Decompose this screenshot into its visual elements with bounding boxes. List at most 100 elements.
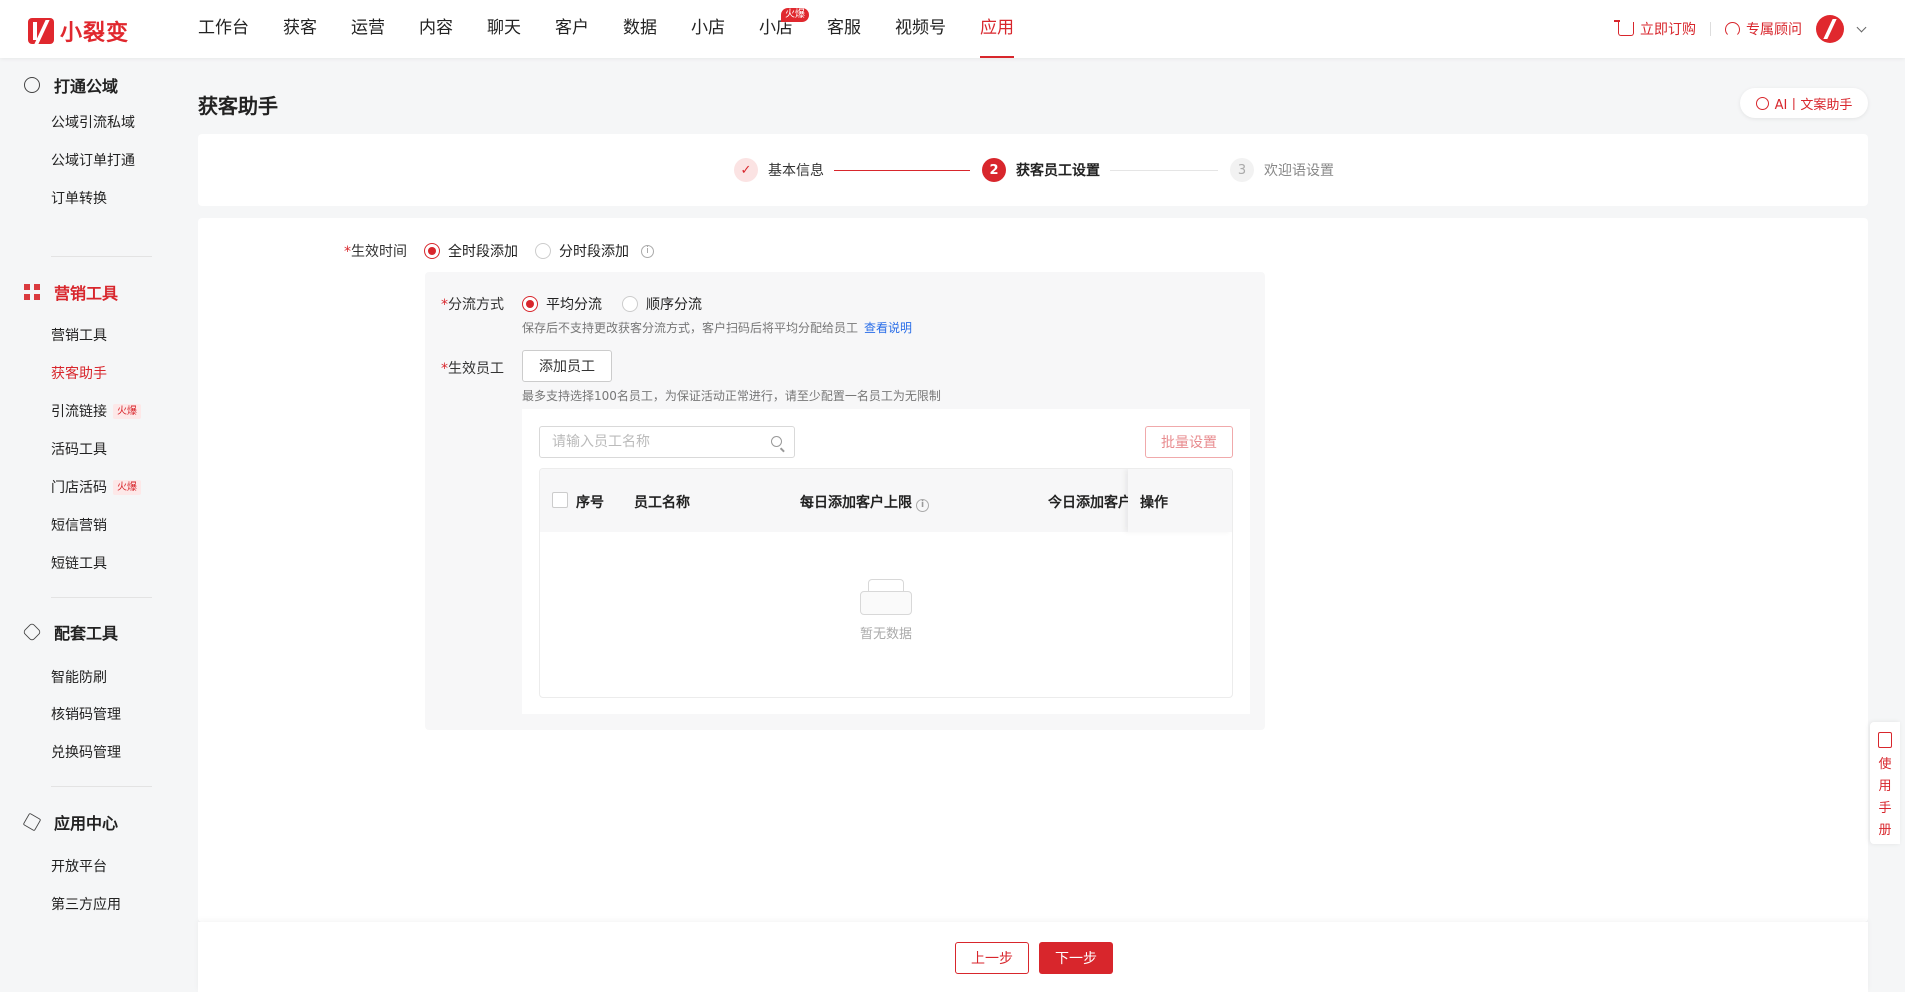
step-check-icon: ✓ <box>734 158 758 182</box>
info-icon[interactable]: i <box>916 499 929 512</box>
effective-time-label-text: 生效时间 <box>351 244 407 260</box>
nav-item-workbench[interactable]: 工作台 <box>198 0 249 58</box>
divider <box>1710 22 1711 36</box>
radio-label: 全时段添加 <box>448 244 518 260</box>
top-right-actions: 立即订购 专属顾问 <box>1614 0 1867 58</box>
order-now-label: 立即订购 <box>1640 22 1696 38</box>
staff-hint: 最多支持选择100名员工，为保证活动正常进行，请至少配置一名员工为无限制 <box>522 389 941 403</box>
sidebar-item-third-party-apps[interactable]: 第三方应用 <box>51 894 121 914</box>
empty-inbox-icon <box>860 579 912 615</box>
radio-label: 顺序分流 <box>646 297 702 313</box>
nav-item-chat[interactable]: 聊天 <box>487 0 521 58</box>
column-daily-limit-label: 每日添加客户上限 <box>800 495 912 511</box>
batch-settings-button[interactable]: 批量设置 <box>1145 426 1233 458</box>
staff-search-input[interactable] <box>552 427 762 457</box>
nav-item-shop-hot[interactable]: 小店 火爆 <box>759 0 809 58</box>
sidebar-item-public-to-private[interactable]: 公域引流私域 <box>51 112 135 132</box>
sidebar-group-supporting-tools: 配套工具 <box>22 620 118 644</box>
sidebar-item-redeem-code[interactable]: 兑换码管理 <box>51 742 121 762</box>
sidebar-item-anti-fraud[interactable]: 智能防刷 <box>51 667 107 687</box>
radio-time-slots[interactable]: 分时段添加 i <box>535 241 654 261</box>
nav-item-service[interactable]: 客服 <box>827 0 861 58</box>
nav-item-customer[interactable]: 客户 <box>555 0 589 58</box>
distribution-label: *分流方式 <box>441 294 504 314</box>
consultant-label: 专属顾问 <box>1746 22 1802 38</box>
sidebar-item-acquisition-helper[interactable]: 获客助手 <box>51 363 107 383</box>
sidebar-item-store-code[interactable]: 门店活码 火爆 <box>51 477 141 497</box>
sidebar-item-traffic-link[interactable]: 引流链接 火爆 <box>51 401 141 421</box>
view-explanation-link[interactable]: 查看说明 <box>864 321 912 335</box>
select-all-checkbox[interactable] <box>552 492 568 508</box>
next-step-button[interactable]: 下一步 <box>1039 942 1113 974</box>
step-connector <box>834 170 970 171</box>
radio-all-day[interactable]: 全时段添加 <box>424 241 518 261</box>
search-icon[interactable] <box>771 436 782 447</box>
radio-average-distribution[interactable]: 平均分流 <box>522 294 602 314</box>
empty-state: 暂无数据 <box>540 579 1232 642</box>
hot-tag: 火爆 <box>113 479 141 495</box>
book-icon <box>1878 732 1892 748</box>
step-welcome-settings: 3 欢迎语设置 <box>1230 158 1334 182</box>
effective-time-label: *生效时间 <box>344 241 407 261</box>
sidebar-group-public-domain: 打通公域 <box>24 73 118 97</box>
consultant-link[interactable]: 专属顾问 <box>1725 19 1802 39</box>
info-icon[interactable]: i <box>641 244 654 258</box>
hot-tag: 火爆 <box>113 403 141 419</box>
sidebar-item-short-link[interactable]: 短链工具 <box>51 553 107 573</box>
sidebar-item-live-code[interactable]: 活码工具 <box>51 439 107 459</box>
radio-label: 平均分流 <box>546 297 602 313</box>
nav-item-content[interactable]: 内容 <box>419 0 453 58</box>
nav-item-channels[interactable]: 视频号 <box>895 0 946 58</box>
sidebar-divider <box>51 786 152 787</box>
required-mark: * <box>441 361 448 377</box>
ai-copywriter-button[interactable]: AI丨文案助手 <box>1740 88 1868 118</box>
sidebar-item-order-convert[interactable]: 订单转换 <box>51 188 107 208</box>
radio-sequential-distribution[interactable]: 顺序分流 <box>622 294 702 314</box>
order-now-link[interactable]: 立即订购 <box>1614 19 1696 39</box>
sidebar-divider <box>51 256 152 257</box>
ai-icon <box>1755 96 1769 110</box>
user-manual-tab[interactable]: 使用手册 <box>1870 722 1900 844</box>
step-label: 欢迎语设置 <box>1264 163 1334 179</box>
column-actions: 操作 <box>1140 495 1168 511</box>
settings-icon <box>22 622 42 642</box>
sidebar-item-label: 引流链接 <box>51 404 107 420</box>
sidebar-item-sms-marketing[interactable]: 短信营销 <box>51 515 107 535</box>
step-basic-info: ✓ 基本信息 <box>734 158 824 182</box>
user-manual-label: 使用手册 <box>1878 757 1892 838</box>
column-daily-limit: 每日添加客户上限 i <box>800 492 929 512</box>
top-nav-bar: 小裂变 工作台 获客 运营 内容 聊天 客户 数据 小店 小店 火爆 客服 视频… <box>0 0 1905 58</box>
radio-dot <box>535 243 551 259</box>
sidebar-item-marketing-tools[interactable]: 营销工具 <box>51 325 107 345</box>
staff-table: 序号 员工名称 每日添加客户上限 i 今日添加客户 操作 暂无数据 <box>539 468 1233 698</box>
headset-icon <box>1725 21 1740 37</box>
column-staff-name: 员工名称 <box>634 495 690 511</box>
sidebar-item-open-platform[interactable]: 开放平台 <box>51 856 107 876</box>
radio-dot <box>622 296 638 312</box>
radio-dot <box>424 243 440 259</box>
chevron-down-icon[interactable] <box>1856 22 1867 32</box>
nav-item-operation[interactable]: 运营 <box>351 0 385 58</box>
staff-search <box>539 426 795 458</box>
add-staff-button[interactable]: 添加员工 <box>522 350 612 382</box>
sidebar-item-public-order[interactable]: 公域订单打通 <box>51 150 135 170</box>
brand-logo[interactable]: 小裂变 <box>28 15 129 47</box>
sidebar-group-marketing: 营销工具 <box>24 280 118 304</box>
prev-step-button[interactable]: 上一步 <box>955 942 1029 974</box>
step-number: 2 <box>982 158 1006 182</box>
hot-badge: 火爆 <box>781 8 809 22</box>
sidebar-item-verify-code[interactable]: 核销码管理 <box>51 704 121 724</box>
step-label: 获客员工设置 <box>1016 163 1100 179</box>
avatar[interactable] <box>1816 15 1844 43</box>
cube-icon <box>22 812 42 832</box>
step-number: 3 <box>1230 158 1254 182</box>
nav-item-shop[interactable]: 小店 <box>691 0 725 58</box>
nav-item-apps[interactable]: 应用 <box>980 0 1014 58</box>
sidebar-item-label: 门店活码 <box>51 480 107 496</box>
main-nav: 工作台 获客 运营 内容 聊天 客户 数据 小店 小店 火爆 客服 视频号 应用 <box>198 0 1048 58</box>
step-label: 基本信息 <box>768 163 824 179</box>
sidebar-group-title: 应用中心 <box>54 814 119 833</box>
nav-item-acquire[interactable]: 获客 <box>283 0 317 58</box>
nav-item-data[interactable]: 数据 <box>623 0 657 58</box>
brand-name: 小裂变 <box>60 21 130 46</box>
